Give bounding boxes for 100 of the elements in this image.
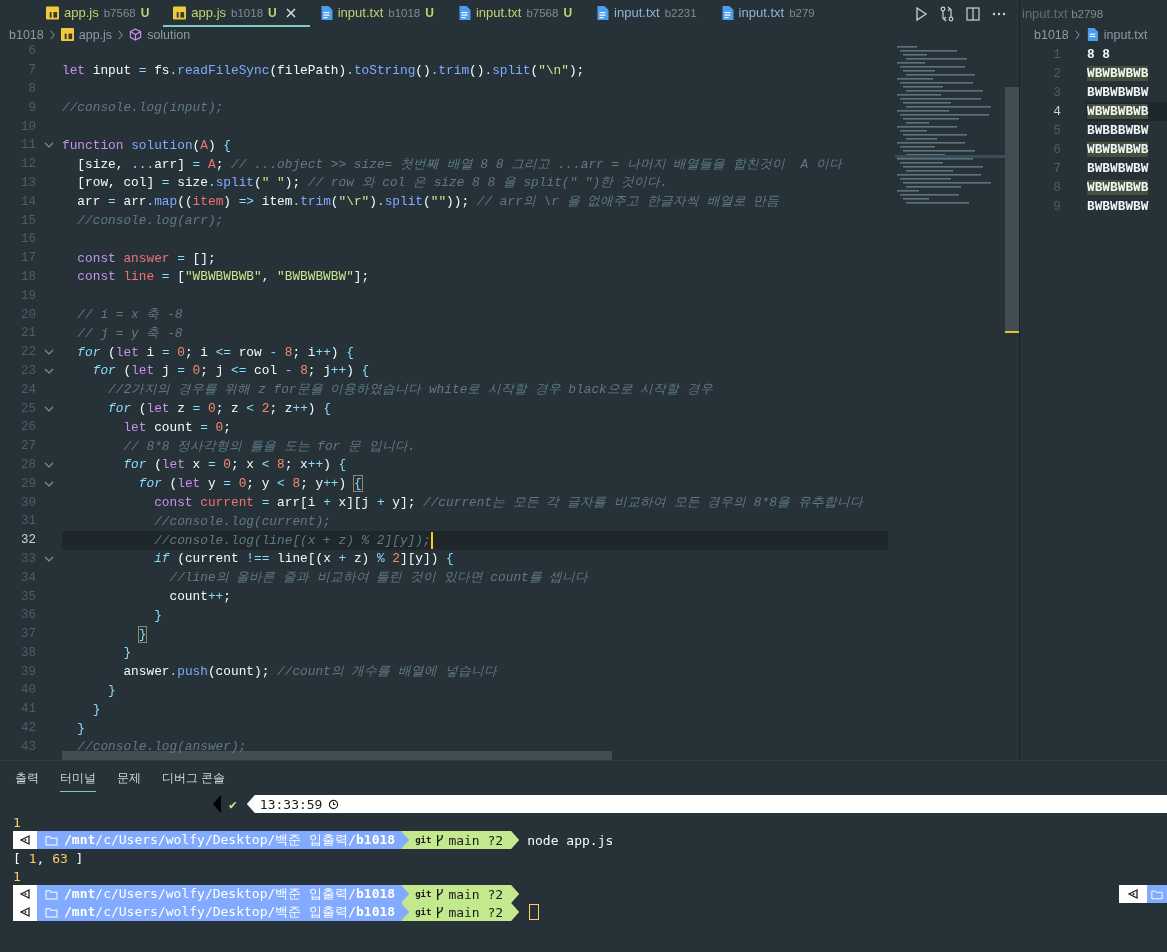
code-line: const line = ["WBWBWBWB", "BWBWBWBW"]; bbox=[76, 269, 370, 285]
folder-icon bbox=[1151, 888, 1163, 900]
git-label: git bbox=[415, 835, 432, 845]
code-line: //2가지의 경우를 위해 z for문을 이용하였습니다 white로 시작할 경우 black으로 시작할 경우 bbox=[107, 381, 714, 399]
compare-icon[interactable] bbox=[939, 5, 955, 22]
triangle-icon bbox=[19, 888, 31, 900]
folder-icon bbox=[45, 888, 58, 900]
line-number: 4 bbox=[1052, 104, 1061, 119]
editor-tab[interactable]: input.txt b7568 U bbox=[447, 0, 587, 27]
document-icon bbox=[457, 5, 471, 20]
panel-tab[interactable]: 문제 bbox=[117, 769, 141, 792]
editor-tab[interactable]: input.txt b2798 bbox=[1022, 6, 1104, 21]
code-line: } bbox=[122, 645, 132, 661]
close-icon[interactable] bbox=[285, 7, 296, 18]
code-line: let count = 0; bbox=[122, 419, 231, 435]
cursor-marker bbox=[1005, 331, 1019, 333]
chevron-icon bbox=[117, 29, 125, 40]
editor-tab[interactable]: input.txt b279 bbox=[710, 0, 829, 27]
code-line: for (let i = 0; i <= row - 8; i++) { bbox=[76, 344, 354, 360]
folder-icon bbox=[45, 906, 58, 918]
play-icon[interactable] bbox=[913, 5, 929, 22]
horizontal-scrollbar[interactable] bbox=[62, 751, 612, 760]
code-line: count++; bbox=[168, 589, 231, 604]
fold-chevron-icon[interactable] bbox=[44, 405, 54, 412]
breadcrumb-item[interactable]: b1018 bbox=[9, 27, 44, 42]
line-number: 32 bbox=[20, 533, 36, 548]
editor-tab[interactable]: input.txt b2231 bbox=[586, 0, 711, 27]
terminal-cursor bbox=[529, 904, 540, 920]
git-branch: main ?2 bbox=[448, 904, 504, 920]
triangle-icon bbox=[1127, 888, 1139, 900]
editor-tab[interactable]: input.txt b1018 U bbox=[309, 0, 448, 27]
breadcrumb-item[interactable]: solution bbox=[147, 27, 191, 42]
scrollbar-thumb[interactable] bbox=[1005, 87, 1019, 332]
triangle-icon bbox=[19, 834, 31, 846]
code-line: // 8*8 정사각형의 틀을 도는 for 문 입니다. bbox=[122, 437, 416, 455]
fold-chevron-icon[interactable] bbox=[44, 349, 54, 356]
code-line: arr = arr.map((item) => item.trim("\r").split("")); // arr의 \r 을 없애주고 한글자씩 배열로 만듬 bbox=[76, 193, 780, 211]
fold-chevron-icon[interactable] bbox=[44, 142, 54, 149]
prompt-path: /mnt/c/Users/wolfy/Desktop/백준 입출력/b1018 bbox=[64, 903, 396, 921]
split-editor-icon[interactable] bbox=[965, 5, 981, 22]
branch-icon bbox=[435, 905, 445, 919]
terminal-output: 1 bbox=[13, 868, 21, 884]
editor-tab[interactable]: app.js b7568 U bbox=[36, 0, 164, 27]
status-check: ✔ bbox=[229, 796, 237, 812]
code-line: } bbox=[153, 607, 162, 623]
code-line: for (let j = 0; j <= col - 8; j++) { bbox=[91, 363, 370, 379]
terminal-command: node app.js bbox=[527, 832, 614, 848]
panel-tab[interactable]: 디버그 콘솔 bbox=[162, 769, 226, 792]
text-line: 8 8 bbox=[1087, 47, 1111, 62]
folder-icon bbox=[45, 834, 58, 846]
triangle-icon bbox=[19, 906, 31, 918]
text-line: BWBBBWBW bbox=[1087, 123, 1149, 138]
text-line: BWBWBWBW bbox=[1087, 161, 1149, 176]
chevron-icon bbox=[1073, 29, 1081, 40]
file-type-icon bbox=[46, 5, 59, 20]
code-line: //console.log(answer); bbox=[76, 739, 247, 755]
code-line: //console.log(line[(x + z) % 2][y]); bbox=[153, 532, 431, 548]
panel-tab[interactable]: 출력 bbox=[15, 769, 39, 792]
editor-tab[interactable]: app.js b1018 U bbox=[163, 0, 310, 27]
git-label: git bbox=[415, 907, 432, 917]
text-cursor bbox=[430, 531, 433, 549]
fold-chevron-icon[interactable] bbox=[44, 367, 54, 374]
branch-icon bbox=[435, 887, 445, 901]
document-icon bbox=[1085, 28, 1099, 41]
breadcrumb-item[interactable]: b1018 bbox=[1034, 27, 1069, 42]
triangle-icon bbox=[213, 795, 221, 813]
git-branch: main ?2 bbox=[448, 886, 504, 902]
cube-icon bbox=[129, 28, 143, 41]
time-text: 13:33:59 bbox=[259, 796, 323, 812]
text-line: BWBWBWBW bbox=[1087, 85, 1149, 100]
terminal-output: [ 1, 63 ] bbox=[13, 850, 84, 866]
prompt-path: /mnt/c/Users/wolfy/Desktop/백준 입출력/b1018 bbox=[64, 885, 396, 903]
code-line: // i = x 축 -8 bbox=[76, 306, 183, 324]
code-line: answer.push(count); //count의 개수를 배열에 넣습니다 bbox=[122, 663, 497, 681]
code-line: //console.log(current); bbox=[153, 513, 331, 529]
breadcrumb-item[interactable]: input.txt bbox=[1103, 27, 1148, 42]
fold-chevron-icon[interactable] bbox=[44, 480, 54, 487]
breadcrumb-item[interactable]: app.js bbox=[78, 27, 113, 42]
code-line: [size, ...arr] = A; // ...object >> size= 첫번째 배열 8 8 그리고 ...arr = 나머지 배열들을 합친것이 A 이다 bbox=[76, 155, 842, 173]
git-branch: main ?2 bbox=[448, 832, 504, 848]
code-line: [row, col] = size.split(" "); // row 와 col 은 size 8 8 을 split(" ")한 것이다. bbox=[76, 174, 668, 192]
code-line: let input = fs.readFileSync(filePath).toString().trim().split("\n"); bbox=[62, 62, 585, 78]
code-line: } bbox=[137, 626, 147, 642]
code-line: //console.log(input); bbox=[62, 100, 224, 116]
fold-chevron-icon[interactable] bbox=[44, 461, 54, 468]
document-icon bbox=[720, 5, 734, 20]
text-line: BWBWBWBW bbox=[1087, 199, 1149, 214]
code-line: } bbox=[91, 701, 101, 717]
file-type-icon bbox=[173, 5, 187, 20]
code-line: for (let x = 0; x < 8; x++) { bbox=[122, 457, 347, 473]
clock-icon bbox=[328, 798, 340, 810]
panel-tab[interactable]: 터미널 bbox=[60, 769, 96, 792]
code-line: } bbox=[107, 683, 116, 698]
code-line: //line의 올바른 줄과 비교하여 틀린 것이 있다면 count를 셉니다 bbox=[168, 569, 589, 587]
code-line: function solution(A) { bbox=[62, 137, 231, 153]
prompt-path: /mnt/c/Users/wolfy/Desktop/백준 입출력/b1018 bbox=[64, 831, 396, 849]
fold-chevron-icon[interactable] bbox=[44, 555, 54, 562]
git-label: git bbox=[415, 889, 432, 899]
file-type-icon bbox=[60, 28, 74, 41]
code-line: if (current !== line[(x + z) % 2][y]) { bbox=[153, 551, 454, 567]
